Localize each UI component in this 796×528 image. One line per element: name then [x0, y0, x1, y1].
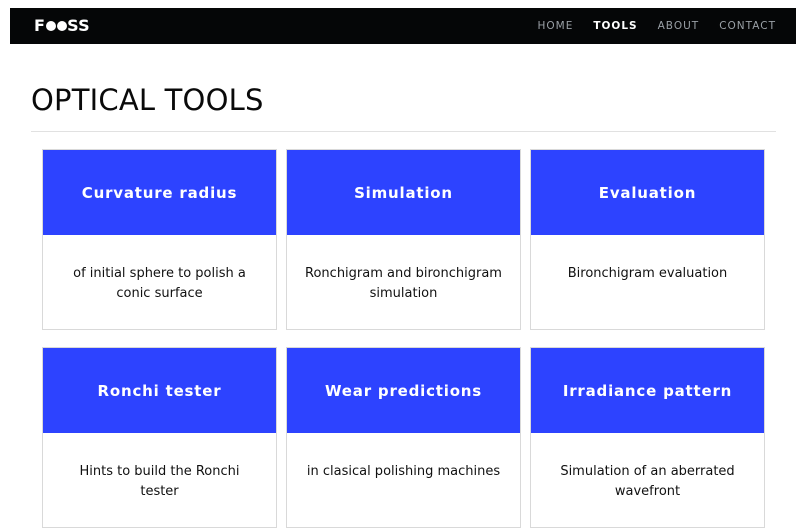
top-navbar: F SS HOME TOOLS ABOUT CONTACT [10, 8, 796, 44]
tool-card-title: Evaluation [598, 183, 697, 202]
tool-card-simulation[interactable]: Simulation Ronchigram and bironchigram s… [286, 149, 521, 330]
tool-card-curvature-radius[interactable]: Curvature radius of initial sphere to po… [42, 149, 277, 330]
tool-card-description: Hints to build the Ronchi tester [79, 464, 240, 499]
tool-card-wear-predictions[interactable]: Wear predictions in clasical polishing m… [286, 347, 521, 528]
tool-card-body: of initial sphere to polish a conic surf… [43, 235, 276, 329]
tool-card-body: Bironchigram evaluation [531, 235, 764, 329]
site-logo[interactable]: F SS [34, 17, 90, 35]
logo-dot-icon [45, 21, 56, 31]
tool-card-description: Ronchigram and bironchigram simulation [305, 266, 502, 301]
nav-link-about[interactable]: ABOUT [658, 20, 700, 32]
tool-card-title: Simulation [354, 183, 453, 202]
logo-letters-ss: SS [67, 16, 90, 35]
tool-card-irradiance-pattern[interactable]: Irradiance pattern Simulation of an aber… [530, 347, 765, 528]
tool-card-body: Hints to build the Ronchi tester [43, 433, 276, 527]
tool-card-header: Wear predictions [287, 348, 520, 433]
tool-card-header: Irradiance pattern [531, 348, 764, 433]
tool-card-title: Curvature radius [81, 183, 238, 202]
tool-card-title: Ronchi tester [97, 381, 222, 400]
title-divider [31, 131, 776, 132]
tool-card-title: Wear predictions [324, 381, 483, 400]
tool-card-description: Bironchigram evaluation [567, 266, 728, 281]
tool-card-description: of initial sphere to polish a conic surf… [73, 266, 246, 301]
page-title: OPTICAL TOOLS [31, 83, 264, 117]
tool-card-header: Ronchi tester [43, 348, 276, 433]
main-navigation: HOME TOOLS ABOUT CONTACT [537, 8, 776, 44]
nav-link-home[interactable]: HOME [537, 20, 573, 32]
tool-card-title: Irradiance pattern [562, 381, 733, 400]
tool-card-header: Curvature radius [43, 150, 276, 235]
tool-card-ronchi-tester[interactable]: Ronchi tester Hints to build the Ronchi … [42, 347, 277, 528]
tool-card-evaluation[interactable]: Evaluation Bironchigram evaluation [530, 149, 765, 330]
tool-card-header: Simulation [287, 150, 520, 235]
tool-card-description: in clasical polishing machines [306, 464, 501, 479]
tool-card-header: Evaluation [531, 150, 764, 235]
tool-card-body: Simulation of an aberrated wavefront [531, 433, 764, 527]
tool-card-description: Simulation of an aberrated wavefront [560, 464, 735, 499]
tool-card-body: Ronchigram and bironchigram simulation [287, 235, 520, 329]
nav-link-tools[interactable]: TOOLS [593, 20, 637, 32]
logo-letter-f: F [34, 16, 46, 35]
tools-grid: Curvature radius of initial sphere to po… [42, 149, 765, 528]
nav-link-contact[interactable]: CONTACT [719, 20, 776, 32]
tool-card-body: in clasical polishing machines [287, 433, 520, 527]
logo-dot-icon [56, 21, 67, 31]
